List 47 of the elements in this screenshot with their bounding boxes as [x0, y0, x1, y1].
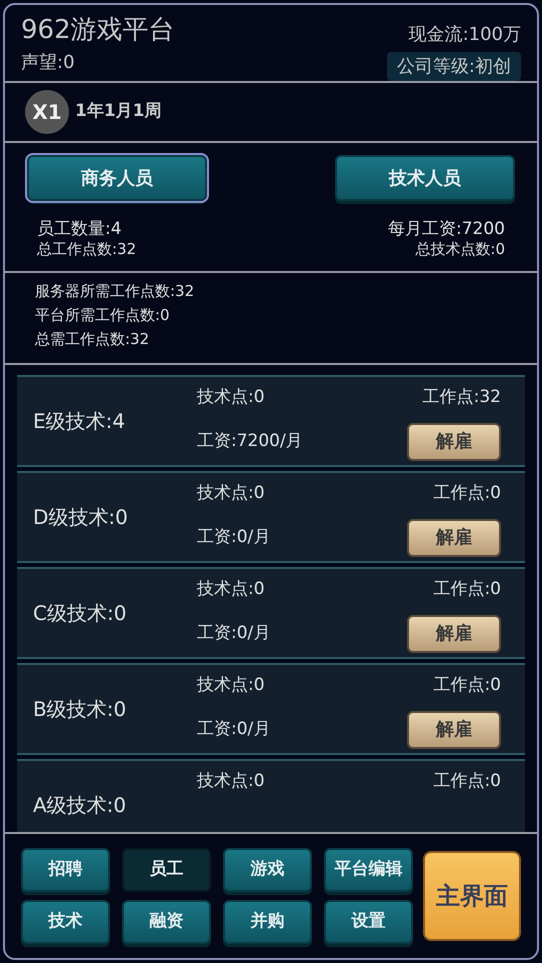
dismiss-button[interactable]: 解雇: [407, 422, 501, 460]
staff-level-name: E级技术:4: [32, 408, 126, 435]
work-points: 工作点:0: [433, 770, 501, 793]
salary-text: 工资:0/月: [197, 526, 270, 549]
reputation-text: 声望:0: [21, 51, 76, 75]
staff-tab[interactable]: 技术人员: [335, 155, 515, 201]
tech-points: 技术点:0: [197, 482, 265, 505]
work-points: 工作点:0: [433, 482, 501, 505]
requirement-text: 总需工作点数:32: [35, 329, 150, 349]
staff-level-name: A级技术:0: [32, 792, 128, 819]
work-points: 工作点:0: [433, 674, 501, 697]
company-level-badge: 公司等级:初创: [386, 52, 521, 81]
work-points: 工作点:32: [422, 386, 501, 409]
tech-points: 技术点:0: [197, 770, 265, 793]
nav-button[interactable]: 技术: [21, 900, 110, 944]
tech-points: 技术点:0: [197, 674, 265, 697]
date-text: 1年1月1周: [75, 100, 162, 124]
nav-button[interactable]: 员工: [122, 848, 211, 892]
app-title: 962游戏平台: [21, 14, 175, 47]
dismiss-button[interactable]: 解雇: [407, 518, 501, 556]
staff-tab[interactable]: 商务人员: [27, 155, 207, 201]
nav-button[interactable]: 招聘: [21, 848, 110, 892]
monthly-salary: 每月工资:7200: [388, 219, 505, 239]
salary-text: 工资:7200/月: [197, 430, 303, 453]
nav-button[interactable]: 并购: [223, 900, 312, 944]
total-work-points: 总工作点数:32: [37, 239, 136, 259]
tech-points: 技术点:0: [197, 386, 265, 409]
tech-points: 技术点:0: [197, 578, 265, 601]
speed-button[interactable]: X1: [25, 90, 69, 134]
requirement-text: 平台所需工作点数:0: [35, 305, 171, 325]
salary-text: 工资:0/月: [197, 718, 270, 741]
work-points: 工作点:0: [433, 578, 501, 601]
staff-level-name: C级技术:0: [32, 600, 128, 627]
nav-button[interactable]: 设置: [324, 900, 413, 944]
salary-text: 工资:0/月: [197, 622, 270, 645]
requirement-text: 服务器所需工作点数:32: [35, 281, 196, 301]
employee-count: 员工数量:4: [37, 219, 123, 239]
nav-button[interactable]: 游戏: [223, 848, 312, 892]
cash-text: 现金流:100万: [408, 23, 521, 47]
staff-level-name: D级技术:0: [32, 504, 129, 531]
dismiss-button[interactable]: 解雇: [407, 710, 501, 748]
staff-level-name: B级技术:0: [32, 696, 128, 723]
nav-button[interactable]: 融资: [122, 900, 211, 944]
nav-button[interactable]: 平台编辑: [324, 848, 413, 892]
total-tech-points: 总技术点数:0: [415, 239, 505, 259]
main-screen-button[interactable]: 主界面: [423, 851, 521, 941]
dismiss-button[interactable]: 解雇: [407, 614, 501, 652]
